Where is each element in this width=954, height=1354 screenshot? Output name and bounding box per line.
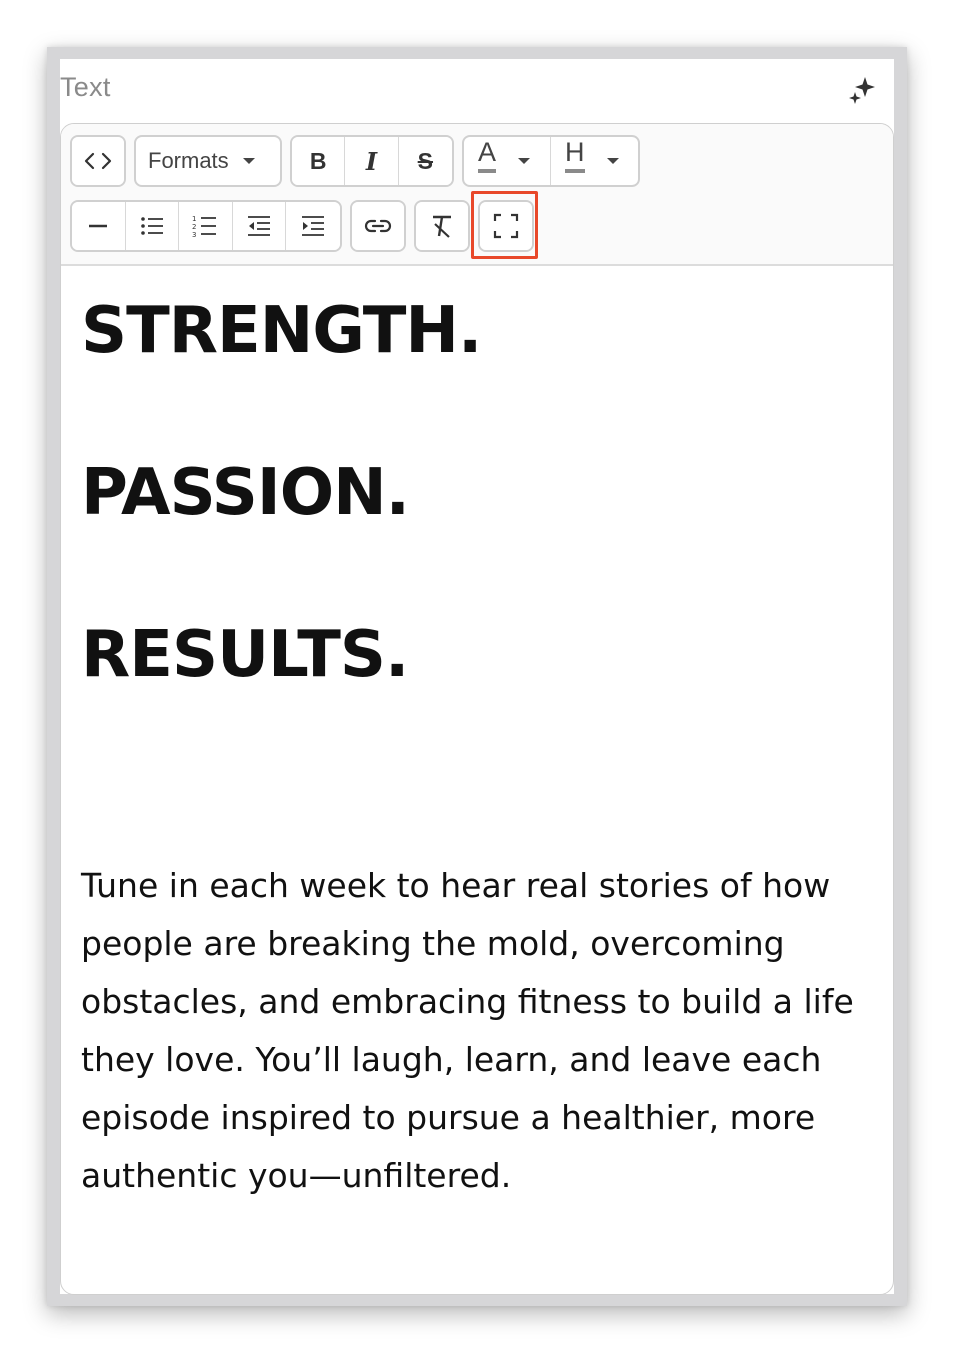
- link-icon: [364, 216, 392, 236]
- clear-format-group: [414, 200, 470, 252]
- chevron-down-icon: [606, 158, 619, 164]
- bullet-list-button[interactable]: [125, 202, 180, 250]
- bold-icon: B: [309, 147, 327, 174]
- headline-passion: PASSION.: [81, 456, 410, 530]
- outdent-button[interactable]: [232, 202, 287, 250]
- panel-title: Text: [60, 72, 111, 102]
- source-code-button[interactable]: [72, 137, 124, 185]
- outdent-icon: [246, 214, 272, 238]
- svg-text:2: 2: [192, 223, 196, 231]
- indent-icon: [300, 214, 326, 238]
- text-color-icon: A: [478, 139, 497, 173]
- text-style-group: B I S: [290, 135, 454, 187]
- fullscreen-group: [478, 200, 534, 252]
- text-color-button[interactable]: A: [464, 137, 551, 185]
- clear-format-button[interactable]: [416, 202, 468, 250]
- highlight-icon: H: [565, 139, 585, 173]
- chevron-down-icon: [242, 158, 255, 164]
- strikethrough-icon: S: [417, 147, 434, 174]
- svg-text:3: 3: [192, 231, 196, 238]
- clear-format-icon: [428, 213, 456, 239]
- fullscreen-button[interactable]: [480, 202, 532, 250]
- svg-text:1: 1: [192, 215, 196, 223]
- italic-icon: I: [365, 146, 378, 176]
- source-code-group: [70, 135, 126, 187]
- numbered-list-icon: 1 2 3: [192, 214, 218, 238]
- strikethrough-button[interactable]: S: [398, 137, 452, 185]
- formats-label: Formats: [148, 148, 229, 173]
- fullscreen-icon: [492, 212, 520, 240]
- body-paragraph: Tune in each week to hear real stories o…: [81, 866, 854, 1195]
- sparkle-icon: [846, 74, 878, 111]
- horizontal-rule-button[interactable]: [72, 202, 126, 250]
- indent-button[interactable]: [286, 202, 340, 250]
- formats-dropdown[interactable]: Formats: [136, 137, 280, 185]
- list-group: 1 2 3: [70, 200, 342, 252]
- rich-text-editor: Formats B I S A H 1 2 3 STRENGTH. PASSIO…: [60, 123, 894, 1295]
- headline-results: RESULTS.: [81, 618, 409, 692]
- highlight-color-button[interactable]: H: [551, 137, 638, 185]
- link-group: [350, 200, 406, 252]
- editor-toolbar: Formats B I S A H 1 2 3: [61, 124, 893, 266]
- formats-group: Formats: [134, 135, 282, 187]
- headline-strength: STRENGTH.: [81, 294, 482, 368]
- link-button[interactable]: [352, 202, 404, 250]
- numbered-list-button[interactable]: 1 2 3: [179, 202, 233, 250]
- code-icon: [84, 151, 112, 171]
- bullet-list-icon: [139, 215, 165, 237]
- ai-assist-button[interactable]: [842, 72, 882, 112]
- bold-button[interactable]: B: [292, 137, 346, 185]
- italic-button[interactable]: I: [345, 137, 399, 185]
- horizontal-rule-icon: [86, 216, 110, 236]
- color-group: A H: [462, 135, 640, 187]
- chevron-down-icon: [518, 158, 531, 164]
